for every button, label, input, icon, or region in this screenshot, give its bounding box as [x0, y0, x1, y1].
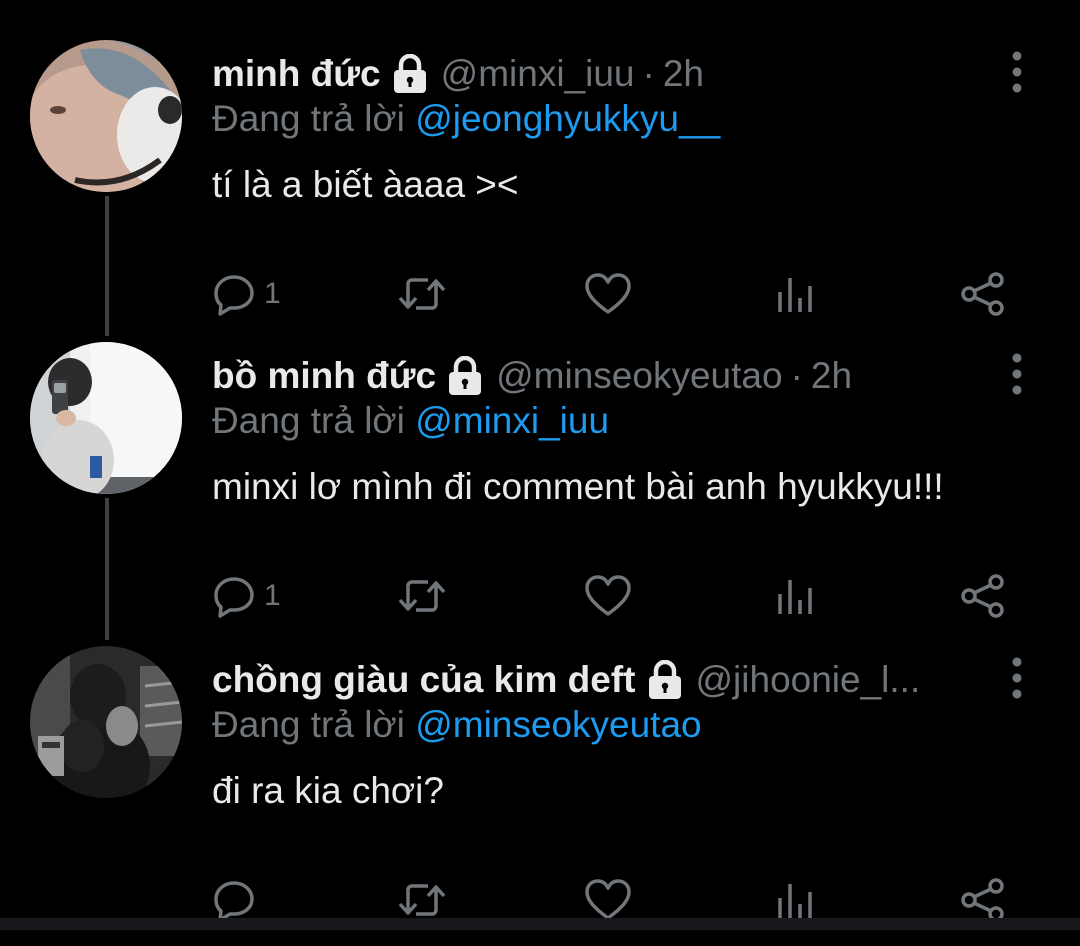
stats-icon [778, 278, 812, 312]
retweet-icon [398, 884, 446, 916]
avatar[interactable] [30, 342, 182, 494]
replying-prefix: Đang trả lời [212, 400, 405, 441]
handle[interactable]: @minseokyeutao [496, 355, 782, 397]
separator-dot: · [790, 355, 803, 396]
more-icon[interactable] [1000, 352, 1034, 396]
tweet-header: chồng giàu của kim deft @jihoonie_l... [212, 654, 920, 706]
replying-prefix: Đang trả lời [212, 98, 405, 139]
reply-handle-link[interactable]: @minxi_iuu [415, 400, 609, 441]
tweet[interactable]: minh đức @minxi_iuu · 2h Đang trả lời @j… [0, 40, 1080, 340]
reply-icon [214, 577, 254, 618]
tweet-header: minh đức @minxi_iuu · 2h [212, 48, 704, 100]
reply-handle-link[interactable]: @jeonghyukkyu__ [415, 98, 720, 139]
reply-icon [214, 275, 254, 316]
tweet-text: minxi lơ mình đi comment bài anh hyukkyu… [212, 466, 944, 507]
share-icon [961, 574, 1004, 618]
reply-icon [214, 881, 254, 922]
timestamp[interactable]: 2h [811, 355, 852, 397]
stats-icon [778, 884, 812, 918]
display-name[interactable]: chồng giàu của kim deft [212, 659, 636, 701]
tweet-text: tí là a biết àaaa >< [212, 164, 519, 205]
share-icon [961, 272, 1004, 316]
lock-icon [391, 53, 429, 94]
tweet-header: bồ minh đức @minseokyeutao · 2h [212, 350, 852, 402]
retweet-button[interactable] [397, 264, 447, 324]
action-bar: 1 [212, 264, 1032, 324]
share-icon [961, 878, 1004, 922]
like-button[interactable] [584, 566, 632, 626]
replying-to: Đang trả lời @minxi_iuu [212, 400, 609, 442]
handle[interactable]: @jihoonie_l... [696, 659, 921, 701]
like-button[interactable] [584, 264, 632, 324]
share-button[interactable] [960, 566, 1006, 626]
share-button[interactable] [960, 264, 1006, 324]
avatar[interactable] [30, 40, 182, 192]
retweet-icon [398, 278, 446, 310]
retweet-button[interactable] [397, 566, 447, 626]
tweet[interactable]: bồ minh đức @minseokyeutao · 2h Đang trả… [0, 342, 1080, 642]
stats-button[interactable] [776, 264, 816, 324]
like-icon [585, 879, 631, 920]
lock-icon [446, 355, 484, 396]
more-icon[interactable] [1000, 656, 1034, 700]
action-bar: 1 [212, 566, 1032, 626]
replying-to: Đang trả lời @minseokyeutao [212, 704, 702, 746]
retweet-icon [398, 580, 446, 612]
reply-count: 1 [264, 277, 281, 310]
stats-button[interactable] [776, 566, 816, 626]
timestamp[interactable]: 2h [663, 53, 704, 95]
reply-button[interactable]: 1 [212, 566, 281, 626]
separator-dot: · [642, 53, 655, 94]
handle[interactable]: @minxi_iuu [441, 53, 635, 95]
avatar[interactable] [30, 646, 182, 798]
reply-count: 1 [264, 579, 281, 612]
more-icon[interactable] [1000, 50, 1034, 94]
reply-button[interactable]: 1 [212, 264, 281, 324]
bottom-divider [0, 918, 1080, 930]
stats-icon [778, 580, 812, 614]
like-icon [585, 273, 631, 314]
like-icon [585, 575, 631, 616]
display-name[interactable]: bồ minh đức [212, 355, 436, 397]
reply-handle-link[interactable]: @minseokyeutao [415, 704, 701, 745]
tweet[interactable]: chồng giàu của kim deft @jihoonie_l... Đ… [0, 646, 1080, 946]
lock-icon [646, 659, 684, 700]
tweet-text: đi ra kia chơi? [212, 770, 444, 811]
display-name[interactable]: minh đức [212, 53, 381, 95]
replying-prefix: Đang trả lời [212, 704, 405, 745]
replying-to: Đang trả lời @jeonghyukkyu__ [212, 98, 720, 140]
